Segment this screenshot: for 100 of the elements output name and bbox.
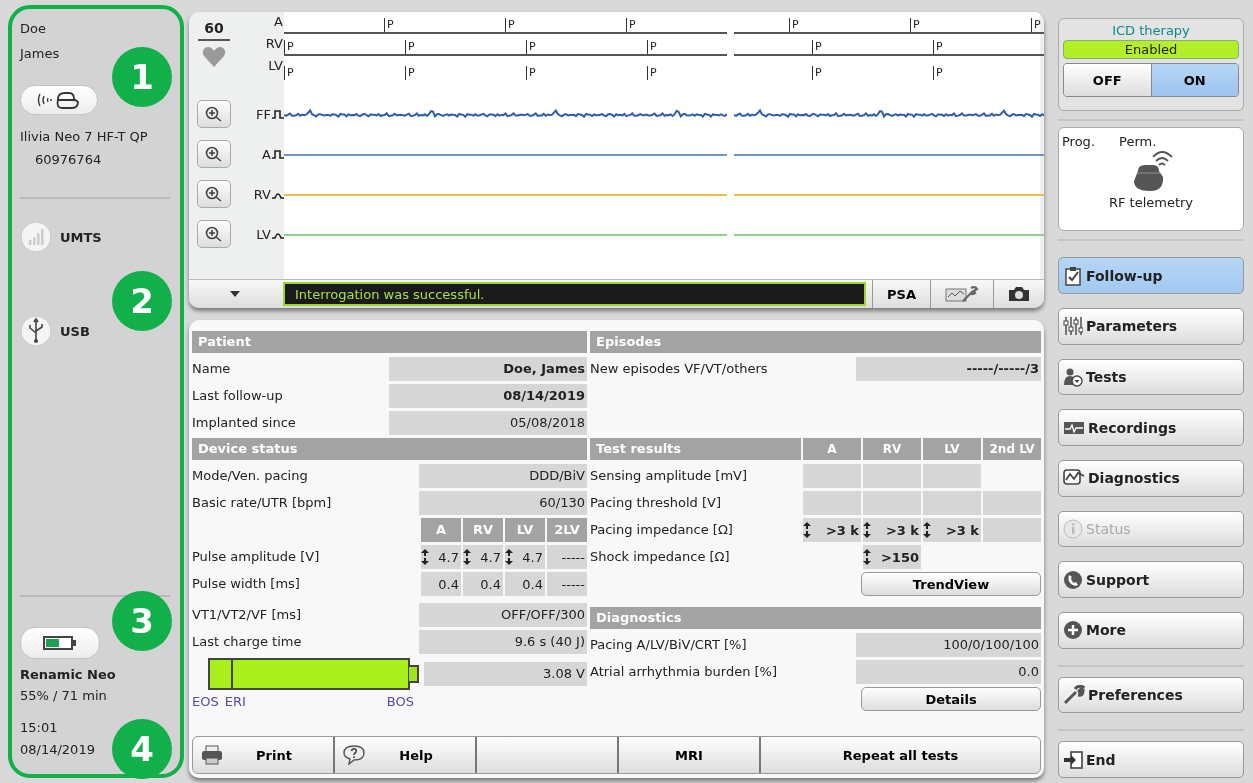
- field-value: OFF/OFF/300: [419, 603, 587, 627]
- table-cell: 0.4: [463, 572, 503, 596]
- field-label: Pulse width [ms]: [192, 575, 301, 593]
- empty-cell: [923, 491, 981, 515]
- nav-button[interactable]: Tests: [1058, 358, 1244, 396]
- section-header: Episodes: [590, 331, 1041, 353]
- marker-channel-label: RV: [264, 35, 284, 53]
- pulse-icon: [272, 109, 284, 119]
- chart-wrench-icon: [945, 285, 979, 303]
- telemetry-button[interactable]: [20, 85, 98, 115]
- empty-cell: [983, 491, 1041, 515]
- field-label: Last follow-up: [192, 387, 284, 405]
- empty-cell: [863, 464, 921, 488]
- phone-icon: [1063, 569, 1083, 590]
- battery-voltage: 3.08 V: [424, 662, 587, 686]
- printer-icon: [201, 745, 223, 765]
- caret-icon: [229, 290, 241, 298]
- section-header: Test results: [590, 438, 801, 460]
- zoom-button[interactable]: [197, 100, 231, 128]
- section-header: Patient: [192, 331, 587, 353]
- empty-cell: [803, 464, 861, 488]
- field-label: New episodes VF/VT/others: [590, 360, 769, 378]
- column-header: 2nd LV: [983, 438, 1041, 460]
- callout-number: 4: [112, 719, 172, 779]
- empty-cell: [983, 518, 1041, 542]
- scale-label: BOS: [386, 694, 414, 711]
- field-label: Shock impedance [Ω]: [590, 548, 731, 566]
- table-cell: -----: [547, 545, 587, 569]
- table-cell: 4.7: [463, 545, 503, 569]
- heart-rate: 60: [198, 20, 230, 41]
- column-header: A: [421, 518, 461, 542]
- field-value: 9.6 s (40 J): [419, 630, 587, 654]
- magnifier-icon: [204, 145, 224, 163]
- nav-button[interactable]: End: [1058, 741, 1244, 778]
- field-label: Basic rate/UTR [bpm]: [192, 494, 333, 512]
- scale-label: EOS: [192, 694, 219, 711]
- wrench-icon: [1063, 685, 1085, 705]
- heart-icon: [201, 45, 227, 69]
- field-label: Pacing A/LV/BiV/CRT [%]: [590, 636, 748, 654]
- table-cell: >3 k: [803, 518, 861, 542]
- column-header: LV: [923, 438, 981, 460]
- nav-button[interactable]: Preferences: [1058, 676, 1244, 714]
- print-button[interactable]: Print: [193, 737, 335, 773]
- toggle-option[interactable]: ON: [1151, 64, 1238, 96]
- psa-button[interactable]: PSA: [872, 280, 930, 308]
- programmer-charge: 55% / 71 min: [20, 688, 107, 703]
- field-value: 05/08/2018: [389, 411, 587, 435]
- nav-button[interactable]: Recordings: [1058, 409, 1244, 446]
- nav-button[interactable]: Parameters: [1058, 307, 1244, 345]
- ecg-channel-label: RV: [253, 186, 271, 202]
- table-cell: -----: [547, 572, 587, 596]
- field-value: 60/130: [419, 491, 587, 515]
- patient-last-name: Doe: [20, 21, 46, 36]
- field-value: 0.0: [856, 660, 1041, 684]
- sliders-icon: [1063, 316, 1083, 337]
- implant-model: Ilivia Neo 7 HF-T QP: [20, 129, 148, 144]
- magnifier-icon: [204, 225, 224, 243]
- usb-icon[interactable]: [20, 315, 52, 347]
- person-icon: [1063, 366, 1083, 387]
- table-cell: 4.7: [421, 545, 461, 569]
- empty-cell: [803, 491, 861, 515]
- info-icon: [1063, 519, 1083, 539]
- toggle-option[interactable]: OFF: [1064, 64, 1152, 96]
- field-value: 100/0/100/100: [856, 633, 1041, 657]
- nav-button[interactable]: Follow-up: [1058, 257, 1244, 294]
- ecg-channel-label: A: [262, 146, 271, 162]
- nav-button[interactable]: Support: [1058, 561, 1244, 598]
- zoom-button[interactable]: [197, 220, 231, 248]
- footer-button[interactable]: Repeat all tests: [761, 737, 1040, 773]
- zoom-button[interactable]: [197, 180, 231, 208]
- clock-date: 08/14/2019: [20, 742, 95, 757]
- status-message: Interrogation was successful.: [283, 282, 867, 306]
- battery-icon: [43, 635, 77, 651]
- details-button[interactable]: Details: [861, 687, 1041, 711]
- nav-button[interactable]: More: [1058, 612, 1244, 649]
- footer-button[interactable]: MRI: [619, 737, 761, 773]
- field-label: Atrial arrhythmia burden [%]: [590, 663, 778, 681]
- nav-button[interactable]: Diagnostics: [1058, 460, 1244, 497]
- callout-number: 2: [112, 271, 172, 331]
- field-label: Pacing impedance [Ω]: [590, 521, 734, 539]
- patient-first-name: James: [20, 46, 60, 61]
- programmer-name: Renamic Neo: [20, 667, 116, 682]
- marker-channel-label: LV: [267, 57, 284, 75]
- field-value: -----/-----/3: [856, 357, 1041, 381]
- wireless-device-icon: [36, 90, 82, 110]
- help-button[interactable]: Help: [335, 737, 477, 773]
- callout-number: 1: [112, 47, 172, 107]
- therapy-title: ICD therapy: [1111, 23, 1191, 38]
- ecg-channel-label: LV: [256, 226, 271, 242]
- field-value: Doe, James: [389, 357, 587, 381]
- connection-label: USB: [60, 323, 90, 339]
- zoom-button[interactable]: [197, 140, 231, 168]
- trendview-button[interactable]: TrendView: [861, 572, 1041, 596]
- magnifier-icon: [204, 105, 224, 123]
- table-cell: 4.7: [505, 545, 545, 569]
- clipboard-check-icon: [1063, 265, 1083, 286]
- pulse-icon: [272, 149, 284, 159]
- scale-label: ERI: [224, 694, 246, 711]
- table-cell: 0.4: [421, 572, 461, 596]
- waveform-icon: [1063, 419, 1085, 436]
